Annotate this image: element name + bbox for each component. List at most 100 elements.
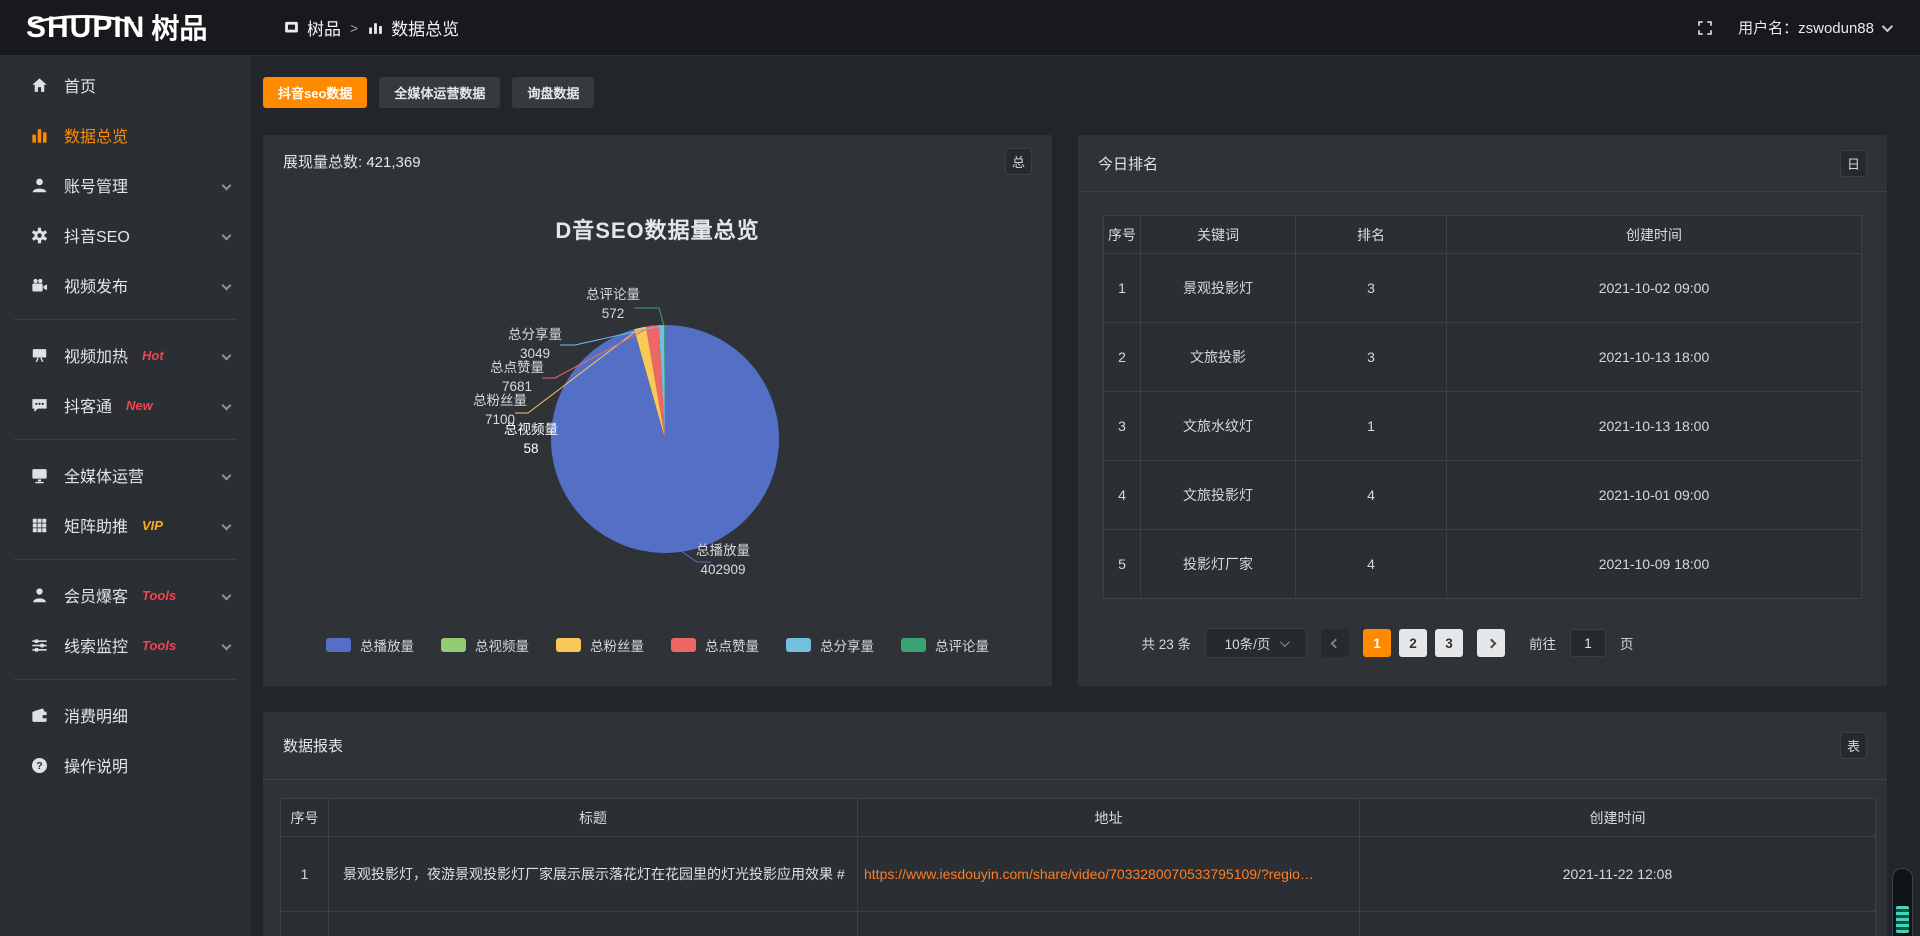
sidebar-item-badge: VIP: [142, 518, 163, 533]
report-badge-button[interactable]: 表: [1840, 732, 1867, 759]
sidebar: 首页数据总览账号管理抖音SEO 视频发布视频加热 Hot 抖客通New 全媒体运营矩阵助…: [0, 56, 250, 936]
pie-chart: D音SEO数据量总览 总播放量总视频量总粉丝量总点赞量总分享量总评论量 总播放量…: [263, 187, 1052, 686]
sidebar-divider: [0, 310, 250, 330]
member-icon: [30, 586, 49, 605]
sidebar-item-全媒体运营[interactable]: 全媒体运营: [0, 450, 250, 500]
table-cell: [858, 912, 1360, 936]
column-header-关键词: 关键词: [1141, 216, 1296, 254]
sidebar-item-badge: Hot: [142, 348, 164, 363]
page-button-1[interactable]: 1: [1363, 629, 1391, 657]
scrollbar[interactable]: [1892, 868, 1913, 936]
table-cell: 4: [1296, 530, 1447, 599]
page-button-3[interactable]: 3: [1435, 629, 1463, 657]
chevron-down-icon: [222, 590, 232, 600]
table-cell: 5: [1104, 530, 1141, 599]
column-header-序号: 序号: [281, 799, 329, 837]
table-cell: 2021-10-13 18:00: [1447, 392, 1862, 461]
sidebar-item-操作说明[interactable]: ?操作说明: [0, 740, 250, 790]
pie-label-总播放量: 总播放量402909: [696, 541, 750, 579]
page-button-2[interactable]: 2: [1399, 629, 1427, 657]
next-page-button[interactable]: [1477, 629, 1505, 657]
svg-text:?: ?: [36, 761, 42, 772]
overview-icon: [367, 19, 384, 36]
logo-arc: [24, 15, 142, 45]
sidebar-item-账号管理[interactable]: 账号管理: [0, 160, 250, 210]
grid-icon: [30, 516, 49, 535]
table-cell: 投影灯厂家: [1141, 530, 1296, 599]
sidebar-item-badge: Tools: [142, 588, 176, 603]
chevron-down-icon: [222, 230, 232, 240]
pagination: 共 23 条 10条/页 123 前往 页: [1078, 628, 1792, 658]
table-cell-url: https://www.iesdouyin.com/share/video/70…: [858, 837, 1360, 912]
sidebar-item-label: 数据总览: [64, 123, 128, 147]
sidebar-item-label: 全媒体运营: [64, 463, 144, 487]
tab-抖音seo数据[interactable]: 抖音seo数据: [263, 77, 367, 108]
table-cell: [281, 912, 329, 936]
chevron-down-icon: [222, 400, 232, 410]
topbar: SHUPIN 树品 树品 > 数据总览 用户名：zswodun88: [0, 0, 1920, 56]
table-cell: 2: [1104, 323, 1141, 392]
ranking-badge-button[interactable]: 日: [1840, 150, 1867, 177]
table-row: 5投影灯厂家42021-10-09 18:00: [1104, 530, 1862, 599]
sidebar-item-抖客通[interactable]: 抖客通New: [0, 380, 250, 430]
sidebar-item-label: 消费明细: [64, 703, 128, 727]
chevron-down-icon: [222, 470, 232, 480]
table-cell: 文旅投影灯: [1141, 461, 1296, 530]
sidebar-item-消费明细[interactable]: 消费明细: [0, 690, 250, 740]
sidebar-item-视频加热[interactable]: 视频加热 Hot: [0, 330, 250, 380]
sidebar-item-label: 线索监控: [64, 633, 128, 657]
sidebar-item-矩阵助推[interactable]: 矩阵助推VIP: [0, 500, 250, 550]
pie-label-总点赞量: 总点赞量7681: [490, 358, 544, 396]
column-header-排名: 排名: [1296, 216, 1447, 254]
monitor-icon: [30, 466, 49, 485]
sidebar-item-label: 账号管理: [64, 173, 128, 197]
question-icon: ?: [30, 756, 49, 775]
page-size-select[interactable]: 10条/页: [1205, 628, 1307, 658]
sidebar-item-视频发布[interactable]: 视频发布: [0, 260, 250, 310]
pie-label-value: 58: [504, 439, 558, 458]
sidebar-item-label: 会员爆客: [64, 583, 128, 607]
pie-label-总粉丝量: 总粉丝量7100: [473, 391, 527, 429]
sidebar-item-label: 视频发布: [64, 273, 128, 297]
breadcrumb-item-current[interactable]: 数据总览: [367, 15, 459, 40]
report-panel: 数据报表 表 序号标题地址创建时间1景观投影灯，夜游景观投影灯厂家展示展示落花灯…: [263, 712, 1887, 936]
table-cell: 3: [1104, 392, 1141, 461]
pie-label-总分享量: 总分享量3049: [508, 325, 562, 363]
chevron-down-icon: [222, 280, 232, 290]
page-size-value: 10条/页: [1225, 633, 1271, 653]
table-cell: [329, 912, 858, 936]
goto-label: 前往: [1529, 633, 1556, 653]
column-header-地址: 地址: [858, 799, 1360, 837]
breadcrumb: 树品 > 数据总览: [283, 15, 459, 40]
sidebar-item-数据总览[interactable]: 数据总览: [0, 110, 250, 160]
goto-page-input[interactable]: [1570, 629, 1606, 657]
pie-label-value: 7681: [490, 377, 544, 396]
sidebar-item-会员爆客[interactable]: 会员爆客 Tools: [0, 570, 250, 620]
table-row: 1景观投影灯32021-10-02 09:00: [1104, 254, 1862, 323]
sidebar-divider: [0, 430, 250, 450]
table-cell: [1360, 912, 1876, 936]
table-row: 3文旅水纹灯12021-10-13 18:00: [1104, 392, 1862, 461]
sidebar-item-label: 视频加热: [64, 343, 128, 367]
fullscreen-icon[interactable]: [1696, 19, 1714, 37]
home-icon: [30, 76, 49, 95]
chat-icon: [30, 396, 49, 415]
overview-panel: 展现量总数: 421,369 总 D音SEO数据量总览 总播放量总视频量总粉丝量…: [263, 135, 1052, 686]
scrollbar-thumb[interactable]: [1896, 906, 1909, 933]
chevron-down-icon: [222, 520, 232, 530]
table-cell: 2021-10-01 09:00: [1447, 461, 1862, 530]
tab-全媒体运营数据[interactable]: 全媒体运营数据: [379, 77, 500, 108]
breadcrumb-item-home[interactable]: 树品: [283, 15, 341, 40]
overview-badge-button[interactable]: 总: [1005, 148, 1032, 175]
user-menu[interactable]: 用户名：zswodun88: [1738, 17, 1890, 38]
prev-page-button[interactable]: [1321, 629, 1349, 657]
page-buttons: 123: [1363, 629, 1463, 657]
column-header-标题: 标题: [329, 799, 858, 837]
table-cell: 4: [1104, 461, 1141, 530]
sidebar-item-首页[interactable]: 首页: [0, 60, 250, 110]
sidebar-item-抖音SEO[interactable]: 抖音SEO: [0, 210, 250, 260]
video-link[interactable]: https://www.iesdouyin.com/share/video/70…: [864, 866, 1314, 882]
table-cell: 2021-10-02 09:00: [1447, 254, 1862, 323]
tab-询盘数据[interactable]: 询盘数据: [512, 77, 594, 108]
sidebar-item-线索监控[interactable]: 线索监控Tools: [0, 620, 250, 670]
